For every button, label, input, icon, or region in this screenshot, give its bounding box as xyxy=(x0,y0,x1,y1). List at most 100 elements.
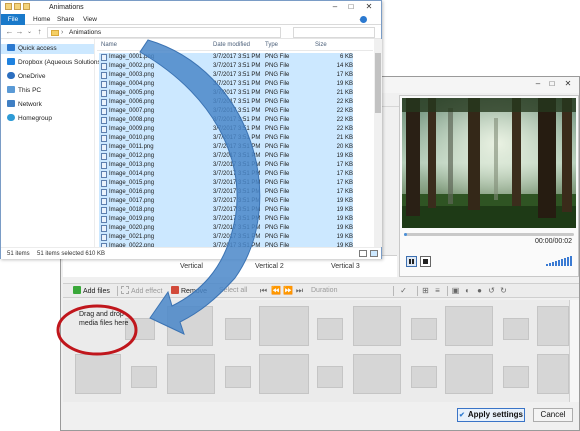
column-header-name[interactable]: Name xyxy=(101,39,117,51)
add-effect-button[interactable]: Add effect xyxy=(121,286,162,296)
nav-item-homegroup[interactable]: Homegroup xyxy=(7,114,52,124)
file-type: PNG File xyxy=(265,189,290,195)
file-row[interactable]: Image_0001.png 3/7/2017 3:51 PM PNG File 6 … xyxy=(99,53,353,62)
tab-share[interactable]: Share xyxy=(57,14,74,25)
file-row[interactable]: Image_0011.png 3/7/2017 3:51 PM PNG File 20… xyxy=(99,143,353,152)
quick-access-toolbar[interactable] xyxy=(5,3,41,12)
star-icon xyxy=(7,44,15,51)
storyboard-slot xyxy=(411,366,437,388)
png-file-icon xyxy=(101,144,107,151)
file-row[interactable]: Image_0015.png 3/7/2017 3:51 PM PNG File 17… xyxy=(99,179,353,188)
fast-forward-icon[interactable]: ⏩ xyxy=(283,286,293,295)
file-row[interactable]: Image_0014.png 3/7/2017 3:51 PM PNG File 17… xyxy=(99,170,353,179)
large-icons-view-icon[interactable] xyxy=(370,250,378,257)
recent-locations-icon[interactable]: ⌄ xyxy=(25,27,34,37)
duration-field[interactable]: Duration xyxy=(311,286,337,296)
file-row[interactable]: Image_0005.png 3/7/2017 3:51 PM PNG File 21… xyxy=(99,89,353,98)
file-row[interactable]: Image_0008.png 3/7/2017 3:51 PM PNG File 22… xyxy=(99,116,353,125)
column-header-date[interactable]: Date modified xyxy=(213,39,250,51)
file-name: Image_0002.png xyxy=(109,63,155,69)
close-icon[interactable]: ✕ xyxy=(563,80,573,88)
column-header-type[interactable]: Type xyxy=(265,39,278,51)
nav-item-dropbox[interactable]: Dropbox (Aqueous Solutions) xyxy=(7,58,103,68)
column-header-size[interactable]: Size xyxy=(315,39,327,51)
back-icon[interactable]: ← xyxy=(5,27,14,37)
stop-button[interactable] xyxy=(420,256,431,267)
rewind-icon[interactable]: ⏪ xyxy=(271,286,281,295)
file-size: 21 KB xyxy=(336,90,353,96)
breadcrumb-current[interactable]: Animations xyxy=(69,28,101,38)
transition-vertical-2[interactable]: Vertical 2 xyxy=(255,263,284,270)
file-list-header: Name Date modified Type Size xyxy=(97,39,373,51)
file-size: 19 KB xyxy=(336,153,353,159)
png-file-icon xyxy=(101,198,107,205)
file-row[interactable]: Image_0002.png 3/7/2017 3:51 PM PNG File 14… xyxy=(99,62,353,71)
storyboard-scrollbar[interactable] xyxy=(569,300,579,402)
file-row[interactable]: Image_0012.png 3/7/2017 3:51 PM PNG File 19… xyxy=(99,152,353,161)
tab-view[interactable]: View xyxy=(83,14,97,25)
file-row[interactable]: Image_0006.png 3/7/2017 3:51 PM PNG File 22… xyxy=(99,98,353,107)
file-row[interactable]: Image_0021.png 3/7/2017 3:51 PM PNG File 19… xyxy=(99,233,353,242)
details-view-icon[interactable] xyxy=(359,250,367,257)
remove-button[interactable]: Remove xyxy=(171,286,207,296)
minimize-icon[interactable]: – xyxy=(329,2,341,12)
rotate-right-icon[interactable]: ↻ xyxy=(499,286,508,295)
storyboard-slot xyxy=(225,366,251,388)
file-row[interactable]: Image_0007.png 3/7/2017 3:51 PM PNG File 22… xyxy=(99,107,353,116)
color-icon[interactable]: ● xyxy=(475,286,484,295)
tab-home[interactable]: Home xyxy=(33,14,50,25)
up-icon[interactable]: ↑ xyxy=(35,27,44,37)
file-row[interactable]: Image_0010.png 3/7/2017 3:51 PM PNG File 21… xyxy=(99,134,353,143)
nav-item-quick-access[interactable]: Quick access xyxy=(1,44,94,54)
image-icon[interactable]: ▣ xyxy=(451,286,460,295)
address-bar[interactable]: › Animations xyxy=(47,27,281,38)
file-size: 19 KB xyxy=(336,216,353,222)
crop-icon[interactable]: ⊞ xyxy=(421,286,430,295)
storyboard-slot xyxy=(259,354,309,394)
nav-item-onedrive[interactable]: OneDrive xyxy=(7,72,45,82)
rotate-left-icon[interactable]: ↺ xyxy=(487,286,496,295)
file-row[interactable]: Image_0018.png 3/7/2017 3:51 PM PNG File 19… xyxy=(99,206,353,215)
file-list-scrollbar[interactable] xyxy=(374,39,382,247)
transition-vertical-3[interactable]: Vertical 3 xyxy=(331,263,360,270)
storyboard-drop-area[interactable]: Drag and drop media files here xyxy=(63,300,569,402)
close-icon[interactable]: ✕ xyxy=(363,2,375,12)
volume-icon[interactable] xyxy=(546,256,572,266)
forward-icon[interactable]: → xyxy=(15,27,24,37)
brightness-icon[interactable]: ◐ xyxy=(463,286,472,295)
maximize-icon[interactable]: □ xyxy=(345,2,357,12)
file-row[interactable]: Image_0019.png 3/7/2017 3:51 PM PNG File 19… xyxy=(99,215,353,224)
tab-file[interactable]: File xyxy=(1,14,25,25)
effect-icon xyxy=(121,286,129,294)
file-row[interactable]: Image_0017.png 3/7/2017 3:51 PM PNG File 19… xyxy=(99,197,353,206)
file-row[interactable]: Image_0013.png 3/7/2017 3:51 PM PNG File 17… xyxy=(99,161,353,170)
file-name: Image_0001.png xyxy=(109,54,155,60)
file-row[interactable]: Image_0003.png 3/7/2017 3:51 PM PNG File 17… xyxy=(99,71,353,80)
nav-item-network[interactable]: Network xyxy=(7,100,42,110)
nav-item-this-pc[interactable]: This PC xyxy=(7,86,41,96)
file-date: 3/7/2017 3:51 PM xyxy=(213,108,261,114)
transition-vertical[interactable]: Vertical xyxy=(180,263,203,270)
skip-back-icon[interactable]: ⏮ xyxy=(259,286,268,295)
file-type: PNG File xyxy=(265,90,290,96)
search-input[interactable] xyxy=(293,27,375,38)
pause-button[interactable] xyxy=(406,256,417,267)
file-list[interactable]: Name Date modified Type Size Image_0001.… xyxy=(97,39,373,247)
scrollbar-thumb[interactable] xyxy=(375,53,381,113)
apply-settings-button[interactable]: Apply settings xyxy=(457,408,525,422)
file-row[interactable]: Image_0016.png 3/7/2017 3:51 PM PNG File 17… xyxy=(99,188,353,197)
add-files-button[interactable]: Add files xyxy=(73,286,110,296)
align-icon[interactable]: ≡ xyxy=(433,286,442,295)
skip-forward-icon[interactable]: ⏭ xyxy=(295,286,304,295)
playback-progress-bar[interactable] xyxy=(404,233,574,236)
cancel-button[interactable]: Cancel xyxy=(533,408,573,422)
file-row[interactable]: Image_0009.png 3/7/2017 3:51 PM PNG File 22… xyxy=(99,125,353,134)
minimize-icon[interactable]: – xyxy=(533,80,543,88)
select-all-button[interactable]: Select all xyxy=(219,286,247,296)
file-row[interactable]: Image_0004.png 3/7/2017 3:51 PM PNG File 19… xyxy=(99,80,353,89)
check-icon[interactable]: ✓ xyxy=(399,286,408,295)
maximize-icon[interactable]: □ xyxy=(547,80,557,88)
file-name: Image_0017.png xyxy=(109,198,155,204)
file-row[interactable]: Image_0020.png 3/7/2017 3:51 PM PNG File 19… xyxy=(99,224,353,233)
help-icon[interactable] xyxy=(360,16,367,23)
